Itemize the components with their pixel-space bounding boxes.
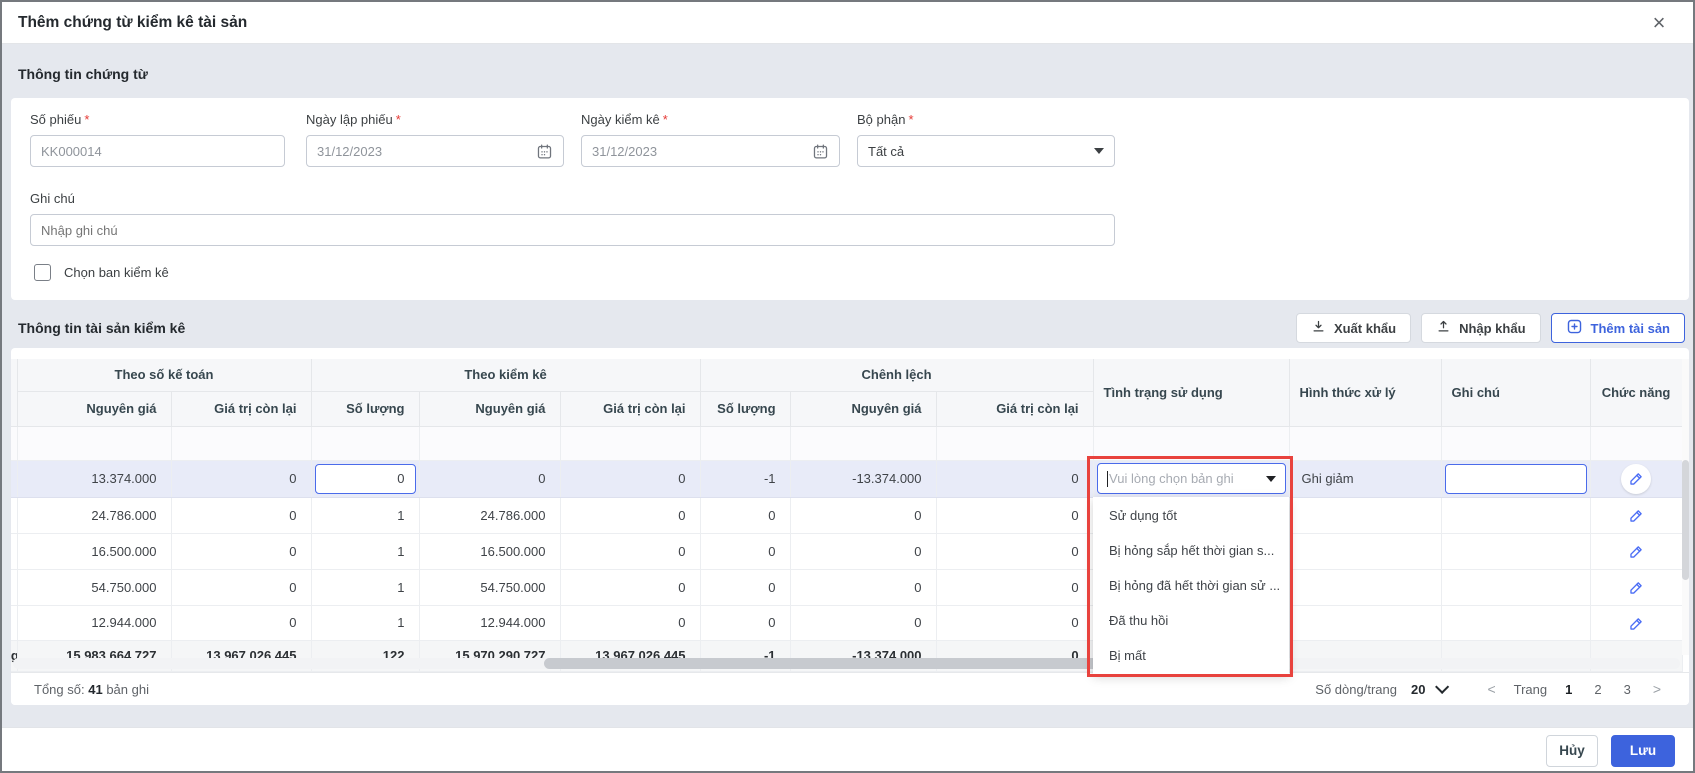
export-button[interactable]: Xuất khẩu bbox=[1295, 313, 1412, 343]
modal-action-bar: Hủy Lưu bbox=[2, 727, 1693, 771]
col-header-quantity: Số lượng bbox=[311, 391, 420, 427]
page-number-1[interactable]: 1 bbox=[1561, 682, 1576, 697]
col-header-original-cost: Nguyên giá bbox=[419, 391, 561, 427]
ngay-kiem-ke-label: Ngày kiểm kê bbox=[581, 112, 660, 127]
edit-icon[interactable] bbox=[1621, 463, 1652, 494]
col-header-handling: Hình thức xử lý bbox=[1289, 359, 1442, 427]
bo-phan-value: Tất cả bbox=[868, 143, 905, 159]
edit-icon[interactable] bbox=[1621, 572, 1651, 602]
row-note-input[interactable] bbox=[1444, 463, 1587, 494]
col-header-original-cost: Nguyên giá bbox=[17, 391, 172, 427]
text-cursor bbox=[1106, 470, 1109, 487]
usage-status-dropdown-panel: Sử dụng tốt Bị hỏng sắp hết thời gian s.… bbox=[1093, 497, 1289, 674]
section-title-assets: Thông tin tài sản kiểm kê bbox=[18, 320, 186, 336]
upload-icon bbox=[1436, 319, 1451, 337]
save-button[interactable]: Lưu bbox=[1611, 734, 1675, 767]
edit-icon[interactable] bbox=[1621, 608, 1651, 638]
table-row: 16.500.000 0 1 16.500.000 0 0 0 0 bbox=[11, 533, 1683, 570]
assets-table-card: Theo số kế toán Theo kiểm kê Chênh lệch … bbox=[11, 348, 1689, 705]
col-header-remaining-value: Giá trị còn lại bbox=[936, 391, 1094, 427]
horizontal-scrollbar bbox=[13, 658, 1680, 669]
page-number-3[interactable]: 3 bbox=[1620, 682, 1635, 697]
usage-status-placeholder: Vui lòng chọn bản ghi bbox=[1109, 471, 1234, 486]
inventory-quantity-input[interactable] bbox=[314, 463, 416, 494]
ngay-kiem-ke-field[interactable] bbox=[581, 135, 840, 167]
table-footer: Tổng số: 41 bản ghi Số dòng/trang 20 < T… bbox=[11, 672, 1689, 705]
handling-value: Ghi giảm bbox=[1289, 460, 1442, 498]
group-header-inventory: Theo kiểm kê bbox=[311, 359, 701, 392]
chevron-down-icon bbox=[1435, 679, 1450, 694]
assets-toolbar: Xuất khẩu Nhập khẩu Thêm tài sản bbox=[1295, 313, 1685, 343]
chon-ban-kiem-ke-checkbox[interactable] bbox=[34, 264, 51, 281]
ngay-lap-phieu-label: Ngày lập phiếu bbox=[306, 112, 393, 127]
dropdown-option[interactable]: Đã thu hồi bbox=[1093, 603, 1289, 638]
usage-status-combobox[interactable]: Vui lòng chọn bản ghi bbox=[1096, 463, 1286, 494]
so-phieu-label: Số phiếu bbox=[30, 112, 82, 127]
ngay-lap-phieu-input[interactable] bbox=[317, 143, 536, 159]
col-header-actions: Chức năng bbox=[1590, 359, 1683, 427]
required-asterisk: * bbox=[908, 112, 914, 127]
bo-phan-label: Bộ phận bbox=[857, 112, 906, 127]
document-info-card: Số phiếu* Ngày lập phiếu* Ngày bbox=[11, 98, 1689, 300]
chevron-down-icon bbox=[1265, 475, 1276, 482]
ghi-chu-field[interactable] bbox=[30, 214, 1115, 246]
modal-titlebar: Thêm chứng từ kiểm kê tài sản × bbox=[2, 2, 1693, 44]
dropdown-option[interactable]: Bị hỏng đã hết thời gian sử ... bbox=[1093, 568, 1289, 603]
filter-row bbox=[11, 426, 1683, 461]
ghi-chu-label: Ghi chú bbox=[30, 191, 75, 206]
chevron-down-icon bbox=[1094, 148, 1104, 154]
chon-ban-kiem-ke-label: Chọn ban kiểm kê bbox=[64, 265, 169, 280]
chon-ban-kiem-ke-row: Chọn ban kiểm kê bbox=[34, 264, 169, 281]
ngay-lap-phieu-field[interactable] bbox=[306, 135, 564, 167]
dropdown-option[interactable]: Bị hỏng sắp hết thời gian s... bbox=[1093, 533, 1289, 568]
calendar-icon[interactable] bbox=[812, 143, 829, 160]
required-asterisk: * bbox=[84, 112, 90, 127]
edit-icon[interactable] bbox=[1621, 536, 1651, 566]
cancel-button[interactable]: Hủy bbox=[1546, 734, 1598, 767]
pagination: Số dòng/trang 20 < Trang 1 2 3 > bbox=[1315, 679, 1665, 697]
table-row: 54.750.000 0 1 54.750.000 0 0 0 0 bbox=[11, 569, 1683, 606]
page-number-2[interactable]: 2 bbox=[1590, 682, 1605, 697]
import-button[interactable]: Nhập khẩu bbox=[1421, 313, 1541, 343]
calendar-icon[interactable] bbox=[536, 143, 553, 160]
col-header-note: Ghi chú bbox=[1441, 359, 1591, 427]
prev-page-button[interactable]: < bbox=[1483, 681, 1499, 697]
col-header-quantity: Số lượng bbox=[700, 391, 791, 427]
plus-square-icon bbox=[1566, 318, 1583, 338]
record-count: Tổng số: 41 bản ghi bbox=[34, 681, 149, 697]
col-header-remaining-value: Giá trị còn lại bbox=[560, 391, 701, 427]
page-label: Trang bbox=[1513, 681, 1548, 697]
col-header-remaining-value: Giá trị còn lại bbox=[171, 391, 312, 427]
table-row: 24.786.000 0 1 24.786.000 0 0 0 0 bbox=[11, 497, 1683, 534]
dropdown-option[interactable]: Bị mất bbox=[1093, 638, 1289, 673]
assets-table: Theo số kế toán Theo kiểm kê Chênh lệch … bbox=[11, 359, 1683, 672]
add-inventory-document-modal: Thêm chứng từ kiểm kê tài sản × Thông ti… bbox=[0, 0, 1695, 773]
rows-per-page-select[interactable]: 20 bbox=[1411, 679, 1450, 697]
section-title-document-info: Thông tin chứng từ bbox=[18, 66, 148, 82]
col-header-original-cost: Nguyên giá bbox=[790, 391, 937, 427]
so-phieu-field[interactable] bbox=[30, 135, 285, 167]
table-row-clipped: 12.944.000 0 1 12.944.000 0 0 0 0 bbox=[11, 605, 1683, 641]
page-title: Thêm chứng từ kiểm kê tài sản bbox=[18, 13, 248, 31]
vertical-scrollbar-thumb[interactable] bbox=[1682, 460, 1689, 580]
table-row: 13.374.000 0 0 0 -1 -13.374.000 0 Vui lò… bbox=[11, 460, 1683, 498]
ghi-chu-input[interactable] bbox=[41, 222, 1104, 238]
bo-phan-select[interactable]: Tất cả bbox=[857, 135, 1115, 167]
col-header-usage-status: Tình trạng sử dụng bbox=[1093, 359, 1290, 427]
next-page-button[interactable]: > bbox=[1649, 681, 1665, 697]
edit-icon[interactable] bbox=[1621, 500, 1651, 530]
required-asterisk: * bbox=[395, 112, 401, 127]
add-asset-button[interactable]: Thêm tài sản bbox=[1550, 313, 1685, 343]
so-phieu-input[interactable] bbox=[41, 143, 274, 159]
rows-per-page-label: Số dòng/trang bbox=[1315, 681, 1397, 697]
required-asterisk: * bbox=[662, 112, 668, 127]
close-icon[interactable]: × bbox=[1647, 11, 1671, 35]
dropdown-option[interactable]: Sử dụng tốt bbox=[1093, 498, 1289, 533]
vertical-scrollbar bbox=[1682, 359, 1689, 655]
group-header-accounting: Theo số kế toán bbox=[17, 359, 312, 392]
ngay-kiem-ke-input[interactable] bbox=[592, 143, 812, 159]
download-icon bbox=[1311, 319, 1326, 337]
group-header-difference: Chênh lệch bbox=[700, 359, 1094, 392]
